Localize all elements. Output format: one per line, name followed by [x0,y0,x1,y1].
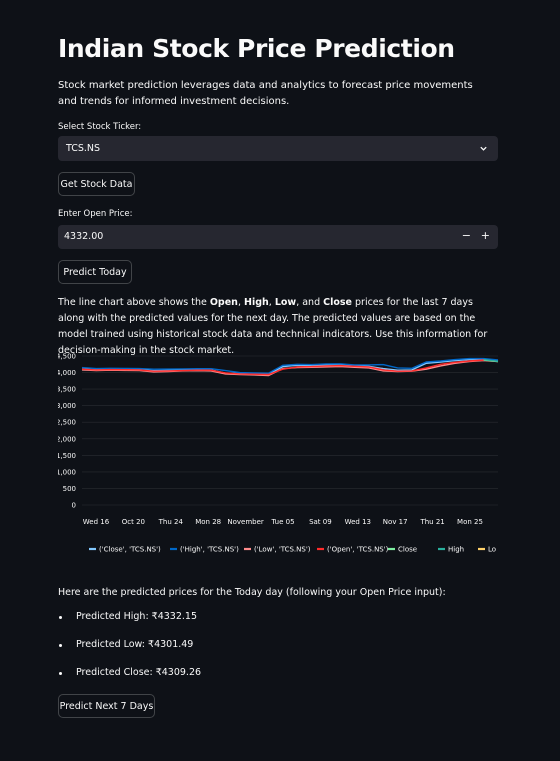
x-tick-label: November [227,518,264,526]
chevron-down-icon [480,146,487,151]
legend-label: Lo [488,546,496,554]
x-tick-label: Thu 21 [419,518,444,526]
y-tick-label: 1,500 [58,452,76,460]
open-price-value[interactable]: 4332.00 [64,231,103,242]
legend-label: ('Low', 'TCS.NS') [254,546,311,554]
y-tick-label: 4,500 [58,353,76,361]
price-line-chart[interactable]: 0 500 1,000 1,500 2,000 2,500 3,000 3,500 4,000 4… [58,346,500,561]
y-tick-label: 3,500 [58,386,76,394]
x-tick-label: Oct 20 [122,518,145,526]
get-stock-data-button[interactable]: Get Stock Data [58,172,135,196]
x-tick-label: Tue 05 [270,518,294,526]
x-tick-label: Wed 16 [83,518,110,526]
x-tick-label: Nov 17 [383,518,408,526]
predicted-high: Predicted High: ₹4332.15 [58,611,201,639]
ticker-select[interactable]: TCS.NS [58,136,498,161]
x-tick-label: Mon 25 [457,518,483,526]
y-tick-label: 0 [72,502,76,510]
x-axis-ticks: Wed 16 Oct 20 Thu 24 Mon 28 November Tue 05 Sa… [83,518,483,526]
decrement-button[interactable]: − [462,229,471,242]
y-tick-label: 500 [63,485,76,493]
legend-label: Close [398,546,417,554]
chart-grid [82,355,498,506]
page-title: Indian Stock Price Prediction [58,34,455,63]
open-price-input[interactable]: 4332.00 − + [58,225,498,249]
x-tick-label: Thu 24 [158,518,184,526]
ticker-select-value: TCS.NS [66,143,101,154]
increment-button[interactable]: + [481,229,490,242]
x-tick-label: Wed 13 [345,518,371,526]
legend-label: ('High', 'TCS.NS') [180,546,239,554]
predicted-low: Predicted Low: ₹4301.49 [58,639,201,667]
y-tick-label: 4,000 [58,369,76,377]
legend-label: ('Open', 'TCS.NS') [327,546,389,554]
predictions-list: Predicted High: ₹4332.15 Predicted Low: … [58,611,201,695]
y-tick-label: 3,000 [58,402,76,410]
predict-next-7-days-button[interactable]: Predict Next 7 Days [58,694,155,718]
y-tick-label: 2,000 [58,435,76,443]
ticker-label: Select Stock Ticker: [58,122,142,132]
chart-series [81,357,499,377]
y-tick-label: 2,500 [58,419,76,427]
legend-label: High [448,546,464,554]
y-axis-ticks: 0 500 1,000 1,500 2,000 2,500 3,000 3,500 4,000 4… [58,353,76,510]
legend-label: ('Close', 'TCS.NS') [99,546,161,554]
x-tick-label: Sat 09 [309,518,332,526]
predict-today-button[interactable]: Predict Today [58,260,132,284]
y-tick-label: 1,000 [58,468,76,476]
chart-legend: ('Close', 'TCS.NS') ('High', 'TCS.NS') ('L… [89,546,496,554]
x-tick-label: Mon 28 [195,518,221,526]
predictions-intro: Here are the predicted prices for the To… [58,587,446,598]
predicted-close: Predicted Close: ₹4309.26 [58,667,201,695]
intro-text: Stock market prediction leverages data a… [58,80,473,107]
open-price-label: Enter Open Price: [58,209,133,219]
